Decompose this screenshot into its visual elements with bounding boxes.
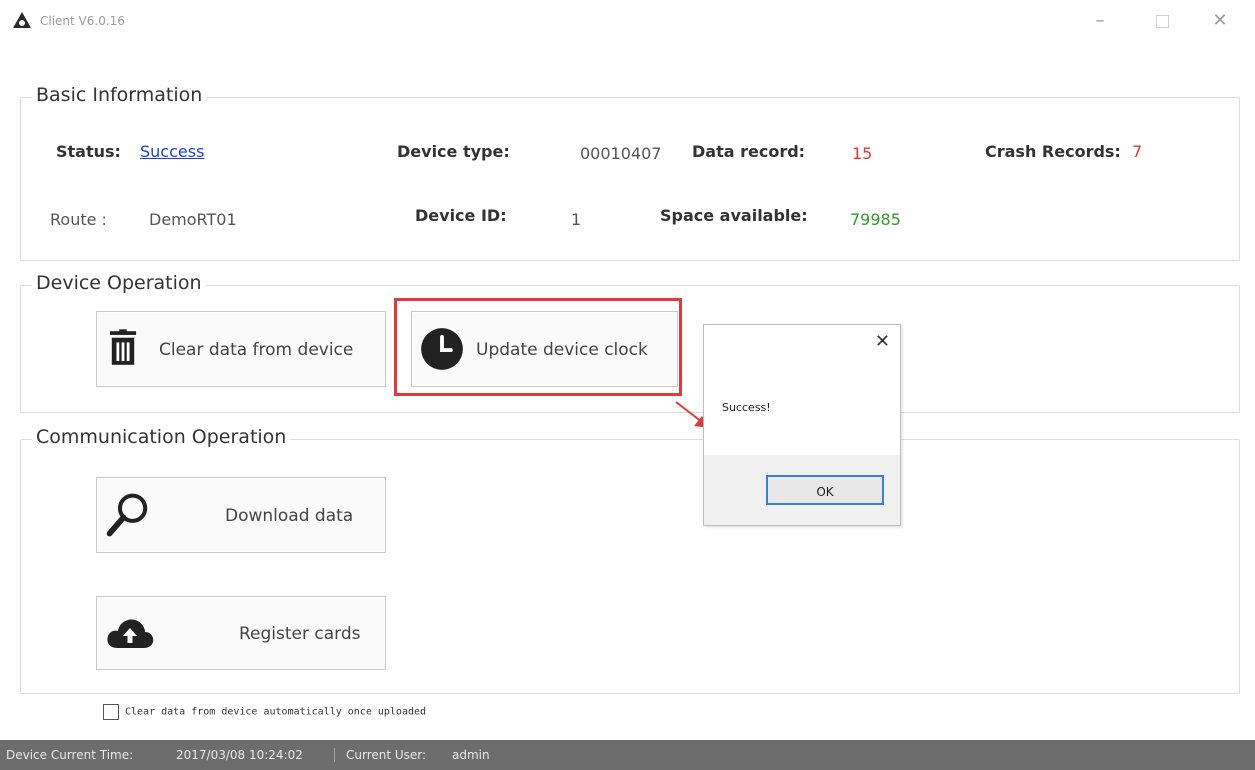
device-time-value: 2017/03/08 10:24:02 [176,748,303,762]
title-bar: Client V6.0.16 – ✕ [0,0,1255,44]
register-cards-button[interactable]: Register cards [96,596,386,670]
auto-clear-label[interactable]: Clear data from device automatically onc… [125,707,426,718]
route-label: Route : [50,210,107,229]
status-label: Status: [56,142,121,161]
communication-operation-legend: Communication Operation [32,426,291,448]
dialog-message: Success! [722,401,771,414]
data-record-label: Data record: [692,142,806,161]
success-dialog: ✕ Success! OK [703,324,901,526]
status-separator [334,748,335,762]
device-id-value: 1 [571,210,582,229]
device-type-label: Device type: [397,142,510,161]
device-time-label: Device Current Time: [6,748,134,762]
dialog-footer: OK [704,455,900,525]
maximize-button[interactable] [1147,8,1177,34]
cloud-upload-icon [107,619,154,648]
current-user-label: Current User: [346,748,427,762]
basic-information-legend: Basic Information [32,84,207,106]
device-operation-legend: Device Operation [32,272,206,294]
current-user-value: admin [452,748,490,762]
device-type-value: 00010407 [580,144,662,163]
device-id-label: Device ID: [415,206,507,225]
status-bar: Device Current Time: 2017/03/08 10:24:02… [0,740,1255,770]
search-icon [106,493,148,537]
window-title: Client V6.0.16 [40,14,125,28]
app-logo-icon [13,12,31,28]
dialog-close-button[interactable]: ✕ [875,331,890,352]
ok-button[interactable]: OK [766,475,884,505]
minimize-button[interactable]: – [1085,8,1115,34]
crash-records-label: Crash Records: [985,142,1121,161]
clear-data-button[interactable]: Clear data from device [96,311,386,387]
close-button[interactable]: ✕ [1205,8,1235,34]
trash-icon [109,329,137,365]
space-available-value: 79985 [850,210,901,229]
maximize-icon [1155,15,1169,28]
crash-records-value: 7 [1132,142,1143,161]
highlight-box [394,298,682,396]
status-value-link[interactable]: Success [140,142,204,161]
data-record-value: 15 [852,144,873,163]
download-data-button[interactable]: Download data [96,477,386,553]
download-data-label: Download data [225,506,354,526]
register-cards-label: Register cards [239,624,361,644]
clear-data-label: Clear data from device [159,340,354,360]
space-available-label: Space available: [660,206,808,225]
route-value: DemoRT01 [149,210,237,229]
auto-clear-row: Clear data from device automatically onc… [103,704,426,720]
auto-clear-checkbox[interactable] [103,704,119,720]
basic-information-group [20,97,1240,261]
